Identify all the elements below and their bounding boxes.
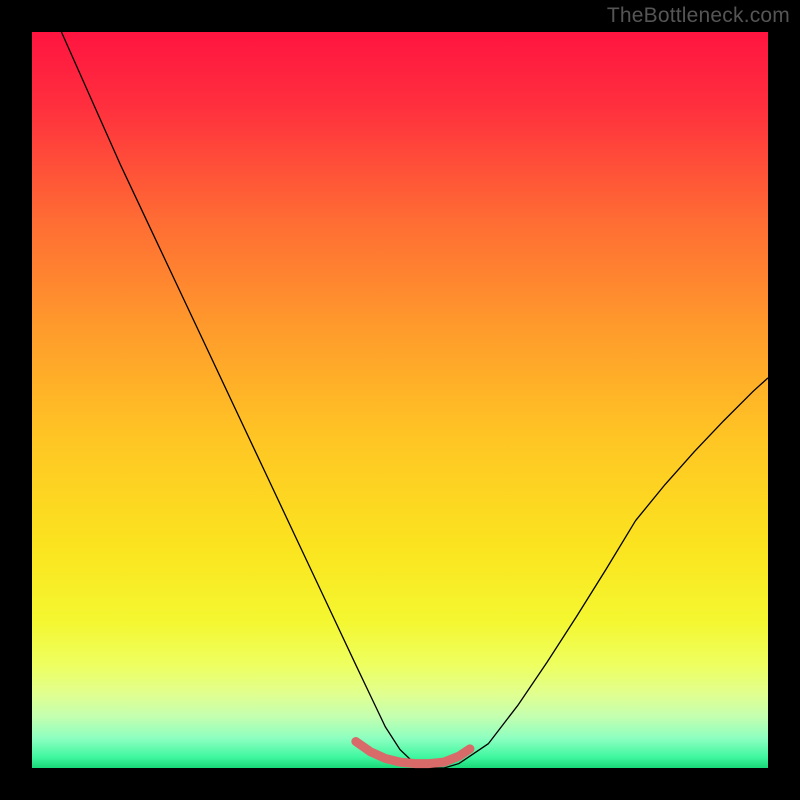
plot-background (32, 32, 768, 768)
chart-frame: TheBottleneck.com (0, 0, 800, 800)
watermark: TheBottleneck.com (607, 4, 790, 28)
bottleneck-chart (0, 0, 800, 800)
